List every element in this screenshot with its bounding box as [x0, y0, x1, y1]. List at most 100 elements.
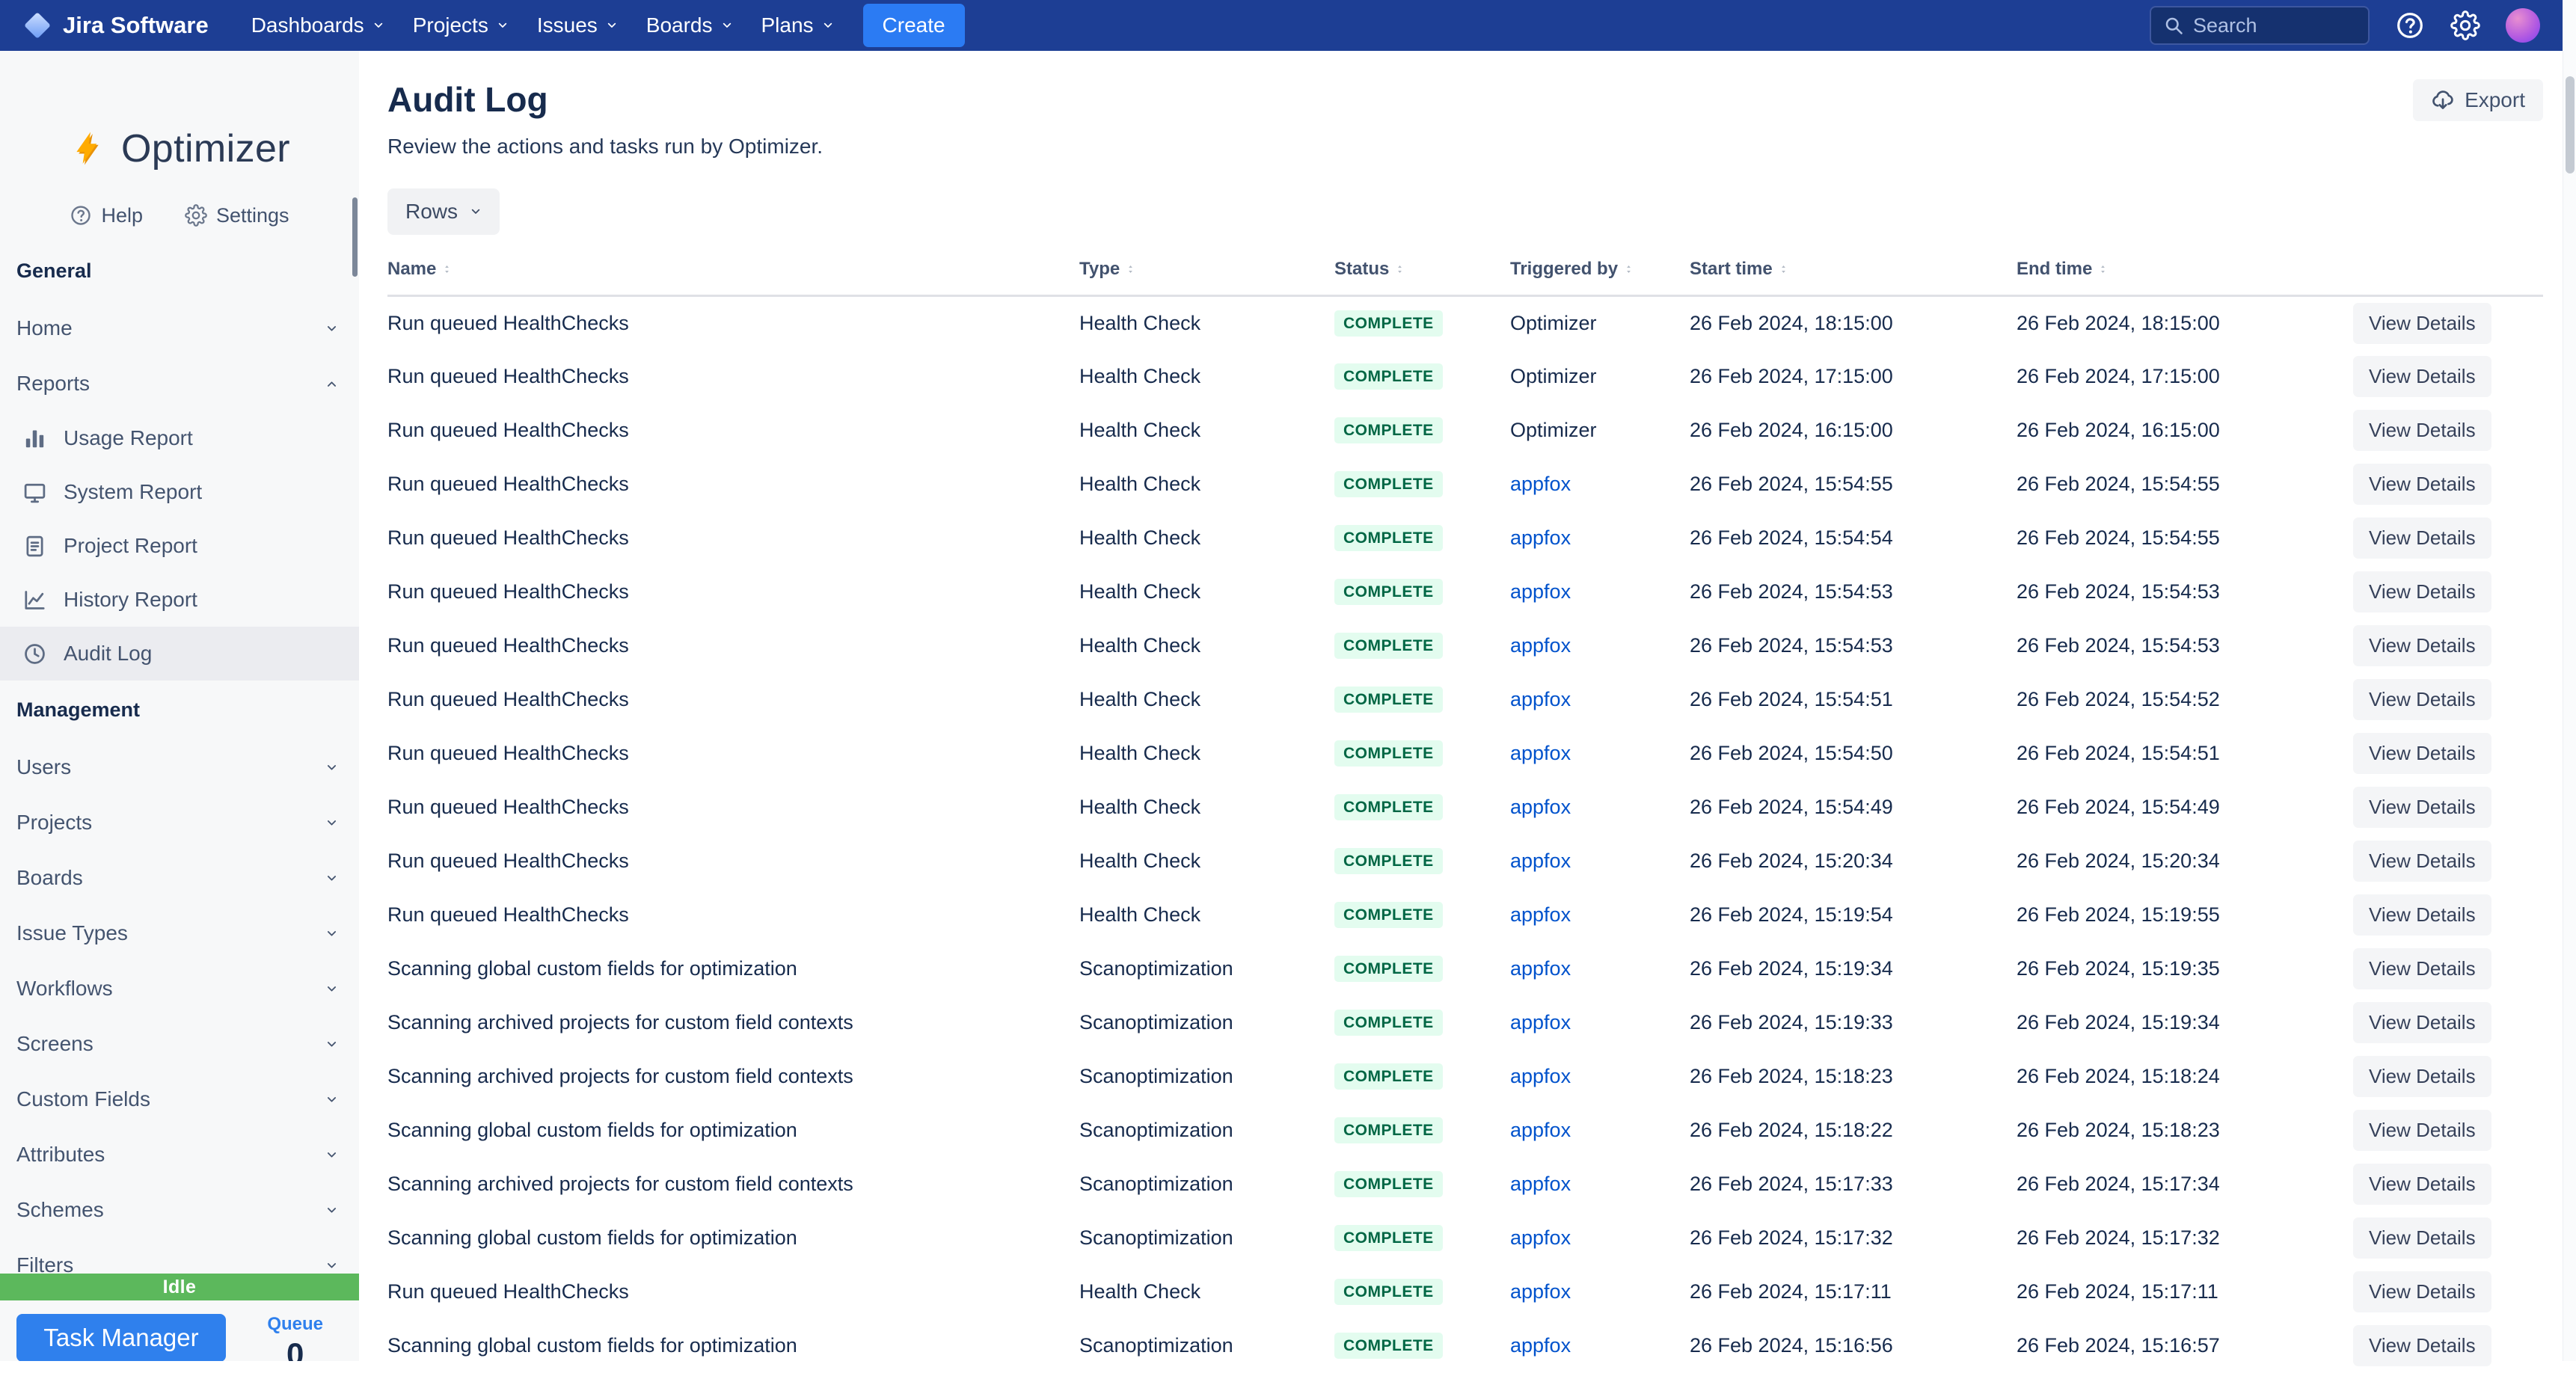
settings-link[interactable]: Settings: [185, 204, 289, 227]
triggered-by[interactable]: appfox: [1510, 580, 1571, 603]
task-type: Health Check: [1079, 742, 1201, 764]
triggered-by[interactable]: appfox: [1510, 850, 1571, 872]
nav-item-boards[interactable]: Boards: [634, 4, 746, 46]
view-details-button[interactable]: View Details: [2353, 464, 2491, 505]
triggered-by[interactable]: appfox: [1510, 1280, 1571, 1303]
gear-icon[interactable]: [2450, 10, 2480, 40]
sidebar-item-home[interactable]: Home: [0, 301, 359, 356]
task-type: Health Check: [1079, 903, 1201, 926]
sidebar-item-project-report[interactable]: Project Report: [0, 519, 359, 573]
column-header[interactable]: Name: [387, 259, 436, 280]
view-details-button[interactable]: View Details: [2353, 787, 2491, 828]
view-details-button[interactable]: View Details: [2353, 1271, 2491, 1312]
sort-icon[interactable]: [441, 262, 453, 277]
sidebar-scrollbar[interactable]: [352, 197, 358, 277]
sort-icon[interactable]: [1778, 262, 1789, 277]
view-details-button[interactable]: View Details: [2353, 1164, 2491, 1205]
view-details-button[interactable]: View Details: [2353, 1110, 2491, 1151]
help-link[interactable]: Help: [70, 204, 143, 227]
column-header[interactable]: Triggered by: [1510, 259, 1618, 280]
task-manager-button[interactable]: Task Manager: [16, 1314, 226, 1361]
view-details-button[interactable]: View Details: [2353, 356, 2491, 397]
triggered-by[interactable]: appfox: [1510, 796, 1571, 818]
view-details-button[interactable]: View Details: [2353, 571, 2491, 612]
triggered-by[interactable]: appfox: [1510, 742, 1571, 764]
sidebar-item-issue-types[interactable]: Issue Types: [0, 906, 359, 961]
end-time: 26 Feb 2024, 15:19:34: [2017, 1011, 2220, 1033]
column-header[interactable]: End time: [2017, 259, 2092, 280]
triggered-by[interactable]: appfox: [1510, 473, 1571, 495]
triggered-by[interactable]: appfox: [1510, 1334, 1571, 1357]
view-details-button[interactable]: View Details: [2353, 1002, 2491, 1043]
triggered-by[interactable]: appfox: [1510, 526, 1571, 549]
sidebar-item-reports[interactable]: Reports: [0, 356, 359, 411]
view-details-button[interactable]: View Details: [2353, 1056, 2491, 1097]
task-type: Scanoptimization: [1079, 957, 1233, 980]
view-details-button[interactable]: View Details: [2353, 679, 2491, 720]
view-details-button[interactable]: View Details: [2353, 517, 2491, 559]
sort-icon[interactable]: [1394, 262, 1405, 277]
sidebar-item-history-report[interactable]: History Report: [0, 573, 359, 627]
view-details-button[interactable]: View Details: [2353, 1325, 2491, 1366]
sort-icon[interactable]: [1623, 262, 1634, 277]
view-details-button[interactable]: View Details: [2353, 841, 2491, 882]
chevron-down-icon: [325, 927, 338, 940]
sidebar-item-screens[interactable]: Screens: [0, 1016, 359, 1072]
sidebar-item-users[interactable]: Users: [0, 740, 359, 795]
page-scrollbar[interactable]: [2563, 0, 2576, 1361]
triggered-by[interactable]: appfox: [1510, 957, 1571, 980]
rows-dropdown[interactable]: Rows: [387, 188, 500, 235]
view-details-button[interactable]: View Details: [2353, 1217, 2491, 1259]
nav-item-dashboards[interactable]: Dashboards: [239, 4, 397, 46]
triggered-by[interactable]: appfox: [1510, 1173, 1571, 1195]
view-details-button[interactable]: View Details: [2353, 302, 2491, 344]
sidebar-item-projects[interactable]: Projects: [0, 795, 359, 850]
column-header[interactable]: Status: [1334, 259, 1389, 280]
page-subtitle: Review the actions and tasks run by Opti…: [387, 135, 824, 158]
sidebar-item-custom-fields[interactable]: Custom Fields: [0, 1072, 359, 1127]
triggered-by[interactable]: appfox: [1510, 903, 1571, 926]
view-details-button[interactable]: View Details: [2353, 410, 2491, 451]
task-type: Scanoptimization: [1079, 1173, 1233, 1195]
triggered-by[interactable]: appfox: [1510, 1226, 1571, 1249]
sort-icon[interactable]: [2097, 262, 2109, 277]
end-time: 26 Feb 2024, 15:18:23: [2017, 1119, 2220, 1141]
jira-home-link[interactable]: Jira Software: [22, 10, 209, 40]
export-button[interactable]: Export: [2413, 79, 2543, 121]
column-header[interactable]: Start time: [1690, 259, 1773, 280]
task-name: Run queued HealthChecks: [387, 903, 629, 926]
column-header[interactable]: Type: [1079, 259, 1120, 280]
sidebar-item-workflows[interactable]: Workflows: [0, 961, 359, 1016]
view-details-button[interactable]: View Details: [2353, 948, 2491, 989]
nav-item-plans[interactable]: Plans: [749, 4, 847, 46]
user-avatar[interactable]: [2506, 8, 2540, 43]
triggered-by[interactable]: appfox: [1510, 1119, 1571, 1141]
sidebar-item-schemes[interactable]: Schemes: [0, 1182, 359, 1238]
sidebar-item-usage-report[interactable]: Usage Report: [0, 411, 359, 465]
sidebar-item-boards[interactable]: Boards: [0, 850, 359, 906]
view-details-button[interactable]: View Details: [2353, 625, 2491, 666]
end-time: 26 Feb 2024, 15:54:55: [2017, 473, 2220, 495]
sidebar-item-system-report[interactable]: System Report: [0, 465, 359, 519]
view-details-button[interactable]: View Details: [2353, 733, 2491, 774]
help-icon[interactable]: [2395, 10, 2425, 40]
sidebar-item-attributes[interactable]: Attributes: [0, 1127, 359, 1182]
triggered-by[interactable]: appfox: [1510, 634, 1571, 657]
view-details-button[interactable]: View Details: [2353, 894, 2491, 936]
start-time: 26 Feb 2024, 15:20:34: [1690, 850, 1893, 872]
sort-icon[interactable]: [1125, 262, 1136, 277]
sidebar-item-audit-log[interactable]: Audit Log: [0, 627, 359, 681]
create-button[interactable]: Create: [862, 4, 965, 47]
triggered-by[interactable]: appfox: [1510, 1065, 1571, 1087]
triggered-by[interactable]: appfox: [1510, 1011, 1571, 1033]
status-badge: COMPLETE: [1334, 956, 1443, 982]
global-search[interactable]: [2150, 6, 2370, 45]
search-input[interactable]: [2193, 13, 2356, 37]
task-name: Scanning global custom fields for optimi…: [387, 1119, 797, 1141]
page-scrollbar-thumb[interactable]: [2566, 76, 2575, 173]
nav-item-issues[interactable]: Issues: [524, 4, 631, 46]
triggered-by[interactable]: appfox: [1510, 688, 1571, 710]
nav-item-projects[interactable]: Projects: [400, 4, 521, 46]
triggered-by: Optimizer: [1510, 365, 1597, 387]
task-name: Run queued HealthChecks: [387, 1280, 629, 1303]
